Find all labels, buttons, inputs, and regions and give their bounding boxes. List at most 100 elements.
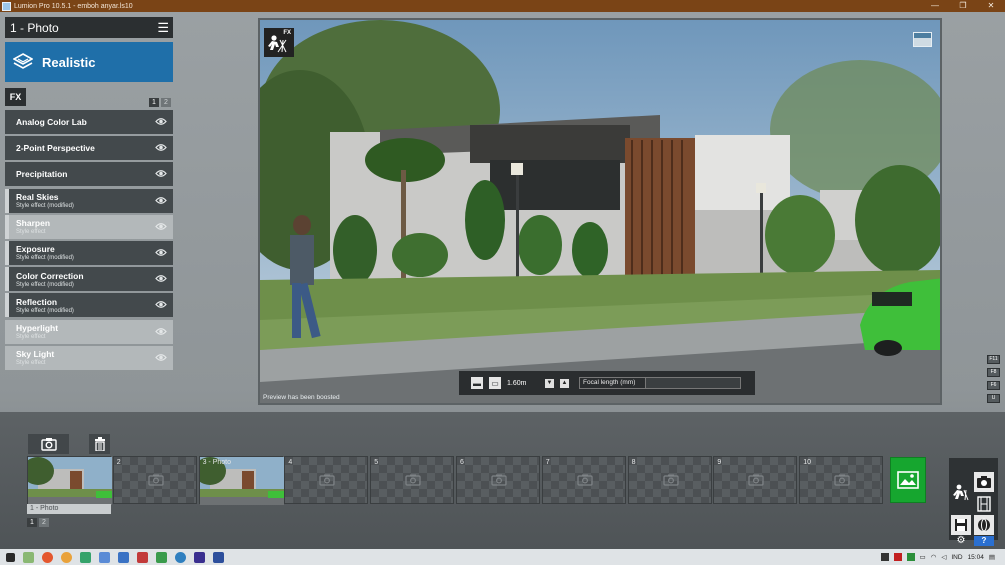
photo-slot[interactable]: 4 — [284, 456, 369, 504]
key-f8-button[interactable]: F8 — [987, 368, 1000, 377]
height-up-button[interactable]: ▲ — [560, 378, 569, 388]
movie-mode-button[interactable] — [974, 494, 994, 514]
eye-icon[interactable] — [155, 143, 167, 152]
effect-style-marker — [5, 240, 9, 265]
effect-item[interactable]: Color Correction Style effect (modified) — [5, 267, 173, 292]
eye-icon[interactable] — [155, 327, 167, 336]
strip-page-1[interactable]: 1 — [27, 518, 37, 527]
effect-item[interactable]: 2-Point Perspective — [5, 136, 173, 161]
effect-item[interactable]: Reflection Style effect (modified) — [5, 293, 173, 318]
notification-icon[interactable]: ▤ — [989, 553, 995, 561]
effect-item[interactable]: Sky Light Style effect — [5, 345, 173, 370]
tray-app2-icon[interactable] — [893, 553, 902, 561]
eye-icon[interactable] — [155, 222, 167, 231]
tray-app3-icon[interactable] — [906, 553, 915, 561]
lumion-taskbar-icon[interactable] — [23, 551, 34, 563]
wifi-icon[interactable]: ◠ — [931, 553, 937, 561]
fx-page-2[interactable]: 2 — [161, 98, 171, 107]
focal-length-control[interactable]: Focal length (mm) — [579, 377, 741, 389]
firefox-taskbar-icon[interactable] — [42, 551, 53, 563]
sheets-taskbar-icon[interactable] — [80, 551, 91, 563]
photo-mode-button[interactable] — [951, 482, 971, 502]
photo-slot-number: 4 — [288, 459, 293, 466]
effect-subtitle: Style effect — [16, 360, 46, 367]
camera-height-icon[interactable]: ▭ — [489, 377, 501, 389]
help-button[interactable]: ? — [974, 536, 994, 546]
effect-item[interactable]: Real Skies Style effect (modified) — [5, 188, 173, 213]
height-down-button[interactable]: ▼ — [545, 378, 554, 388]
minimize-button[interactable]: — — [921, 0, 949, 12]
focal-length-slider[interactable] — [646, 378, 740, 388]
photo-slot[interactable]: 5 — [370, 456, 455, 504]
fx-page-1[interactable]: 1 — [149, 98, 159, 107]
photo-mode-active-button[interactable] — [974, 472, 994, 492]
key-u-button[interactable]: U — [987, 394, 1000, 403]
viewport-size-toggle[interactable] — [913, 32, 932, 47]
fx-mode-button[interactable]: FX — [264, 28, 294, 57]
camera-icon — [40, 438, 57, 451]
style-button[interactable]: Realistic — [5, 42, 173, 82]
photo-slot[interactable]: 3 - Photo — [198, 456, 284, 505]
photo-slot[interactable]: 2 — [112, 456, 197, 504]
settings-button[interactable]: ⚙ — [951, 536, 971, 546]
photo-slot[interactable] — [27, 456, 112, 505]
restore-button[interactable]: ❐ — [949, 0, 977, 12]
effect-item[interactable]: Analog Color Lab — [5, 110, 173, 134]
photo-slot[interactable]: 9 — [713, 456, 798, 504]
photo-slot[interactable]: 7 — [541, 456, 626, 504]
photo-slot[interactable]: 8 — [627, 456, 712, 504]
photo-slot-number: 6 — [460, 459, 464, 466]
menu-icon[interactable]: ☰ — [157, 20, 169, 36]
photo-slot[interactable]: 10 — [799, 456, 884, 504]
eye-icon[interactable] — [155, 169, 167, 178]
effect-item[interactable]: Hyperlight Style effect — [5, 319, 173, 344]
key-f6-button[interactable]: F6 — [987, 381, 1000, 390]
effect-item[interactable]: Sharpen Style effect — [5, 214, 173, 239]
take-photo-button[interactable] — [28, 434, 69, 454]
eye-icon[interactable] — [155, 300, 167, 309]
photo-slot-number: 8 — [631, 459, 636, 466]
windows-start-icon[interactable] — [6, 552, 15, 562]
camera-bar: ▬ ▭ 1.60m ▼ ▲ Focal length (mm) — [459, 371, 755, 395]
app-taskbar-icon[interactable] — [99, 551, 110, 563]
app2-taskbar-icon[interactable] — [118, 551, 129, 563]
word-taskbar-icon[interactable] — [213, 551, 224, 563]
eye-icon[interactable] — [155, 196, 167, 205]
scene-title-bar[interactable]: 1 - Photo ☰ — [5, 17, 173, 38]
photo-slot[interactable]: 6 — [456, 456, 540, 504]
tray-app-icon[interactable] — [880, 553, 889, 561]
render-viewport[interactable]: FX Preview has been boosted ▬ ▭ 1.60m ▼ … — [258, 18, 942, 405]
eye-icon[interactable] — [155, 353, 167, 362]
volume-icon[interactable]: ◁ — [941, 553, 946, 561]
app6-taskbar-icon[interactable] — [194, 551, 205, 563]
photographer-mode-icon — [953, 484, 969, 501]
effect-name: Color Correction — [16, 270, 84, 281]
strip-page-2[interactable]: 2 — [39, 518, 49, 527]
effect-item[interactable]: Precipitation — [5, 162, 173, 187]
effect-subtitle: Style effect (modified) — [16, 307, 74, 314]
mode-panel: ⚙ ? — [949, 458, 998, 546]
key-f11-button[interactable]: F11 — [987, 355, 1000, 364]
camera-level-icon[interactable]: ▬ — [471, 377, 483, 389]
shortcut-keys: F11 F8 F6 U — [987, 355, 1000, 403]
render-button[interactable] — [890, 457, 926, 503]
app4-taskbar-icon[interactable] — [156, 551, 167, 563]
film-icon — [977, 496, 991, 512]
eye-icon[interactable] — [155, 117, 167, 126]
save-icon — [955, 519, 967, 531]
app5-taskbar-icon[interactable] — [175, 551, 186, 563]
clock[interactable]: 15:04 — [968, 554, 984, 561]
chrome-taskbar-icon[interactable] — [61, 551, 72, 563]
battery-icon[interactable]: ▭ — [920, 553, 926, 561]
eye-icon[interactable] — [155, 248, 167, 257]
language-indicator[interactable]: IND — [951, 554, 962, 561]
empty-camera-icon — [834, 474, 850, 486]
eye-icon[interactable] — [155, 274, 167, 283]
app3-taskbar-icon[interactable] — [137, 551, 148, 563]
effect-subtitle: Style effect (modified) — [16, 203, 74, 210]
effect-item[interactable]: Exposure Style effect (modified) — [5, 240, 173, 265]
360-mode-button[interactable] — [974, 515, 994, 535]
save-button[interactable] — [951, 515, 971, 535]
close-button[interactable]: ✕ — [977, 0, 1005, 12]
delete-photo-button[interactable] — [89, 434, 110, 454]
